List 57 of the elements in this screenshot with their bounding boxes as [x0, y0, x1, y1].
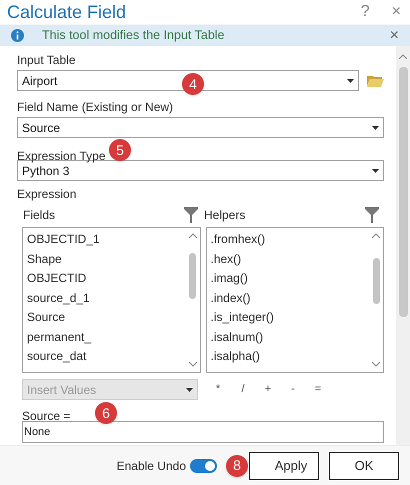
operator-button[interactable]: = [314, 381, 322, 398]
scrollbar-thumb[interactable] [372, 258, 380, 304]
filter-icon[interactable] [365, 207, 379, 223]
field-label: Input Table [17, 52, 76, 69]
scrollbar[interactable] [396, 46, 410, 445]
info-icon [11, 29, 24, 42]
expression-field[interactable]: None [22, 421, 384, 443]
scroll-up-icon[interactable] [188, 233, 196, 238]
dropdown-caret-icon [372, 168, 379, 172]
field-label: Expression Type [17, 149, 106, 163]
list-item[interactable]: .isalnum() [210, 328, 369, 347]
dropdown-caret-icon [372, 126, 379, 130]
filter-icon[interactable] [184, 207, 198, 223]
callout-badge: 5 [109, 139, 131, 161]
callout-badge: 8 [226, 454, 248, 476]
operator-button[interactable]: + [264, 381, 272, 398]
scroll-down-icon[interactable] [372, 362, 380, 367]
list-item[interactable]: Shape [27, 250, 186, 269]
list-item[interactable]: .imag() [210, 269, 369, 288]
list-item[interactable]: source_dat [27, 347, 186, 366]
list-item[interactable]: permanent_ [27, 328, 186, 347]
list-item[interactable]: OBJECTID [27, 269, 186, 288]
close-button[interactable]: × [392, 0, 401, 24]
expression-label: Source = [22, 409, 70, 423]
info-message: This tool modifies the Input Table [42, 27, 226, 44]
scrollbar-thumb[interactable] [398, 67, 408, 317]
list-item[interactable]: .is_integer() [210, 308, 369, 328]
list-title: Helpers [203, 207, 246, 224]
list-item[interactable]: .index() [210, 288, 369, 308]
list-item[interactable]: .isalpha() [210, 347, 369, 366]
operator-button[interactable]: - [289, 381, 297, 398]
ok-button[interactable]: OK [329, 452, 399, 480]
section-label: Expression [17, 186, 78, 203]
list-item[interactable]: .hex() [210, 250, 369, 269]
dismiss-button[interactable]: × [390, 24, 399, 48]
field-label: Field Name (Existing or New) [17, 99, 174, 116]
dropdown-caret-icon [347, 78, 354, 82]
operator-button[interactable]: * [214, 381, 222, 398]
list-item[interactable]: .fromhex() [210, 230, 369, 250]
enable-undo-toggle[interactable] [190, 458, 217, 472]
operator-button[interactable]: / [239, 381, 247, 398]
list-item[interactable]: OBJECTID_1 [27, 230, 186, 250]
window-title: Calculate Field [7, 0, 126, 24]
scroll-down-icon[interactable] [188, 362, 196, 367]
folder-icon[interactable] [367, 74, 384, 86]
apply-button[interactable]: Apply [249, 452, 319, 480]
scroll-up-icon[interactable] [399, 54, 407, 59]
scroll-up-icon[interactable] [372, 233, 380, 238]
toggle-label: Enable Undo [116, 458, 186, 474]
list-item[interactable]: Source [27, 308, 186, 328]
dropdown-caret-icon [186, 388, 193, 392]
field-name-dropdown[interactable]: Source [17, 117, 384, 138]
help-button[interactable]: ? [360, 0, 370, 24]
callout-badge: 6 [95, 402, 117, 424]
scrollbar-thumb[interactable] [189, 253, 196, 299]
list-item[interactable]: source_d_1 [27, 288, 186, 308]
list-title: Fields [22, 207, 56, 224]
